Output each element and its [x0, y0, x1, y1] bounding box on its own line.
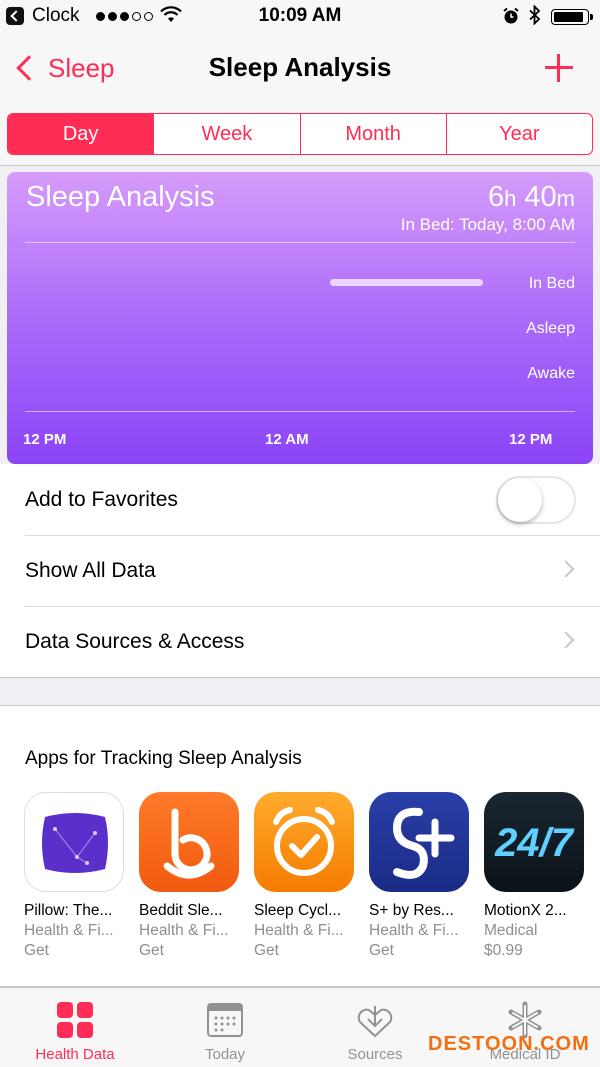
- apps-section-title: Apps for Tracking Sleep Analysis: [25, 748, 302, 769]
- duration-hours: 6: [487, 181, 505, 213]
- chart-baseline: [25, 411, 575, 412]
- tab-health-data[interactable]: Health Data: [0, 988, 150, 1067]
- app-card-beddit[interactable]: Beddit Sle... Health & Fi... Get: [139, 792, 241, 960]
- app-price[interactable]: Get: [24, 942, 126, 960]
- app-price[interactable]: Get: [369, 942, 471, 960]
- app-name: MotionX 2...: [484, 902, 567, 919]
- chart-top-divider: [25, 242, 575, 243]
- app-card-pillow[interactable]: Pillow: The... Health & Fi... Get: [24, 792, 126, 960]
- app-price[interactable]: $0.99: [484, 942, 586, 960]
- chevron-right-icon: [557, 631, 575, 649]
- app-price[interactable]: Get: [254, 942, 356, 960]
- sleep-bar-in-bed: [329, 279, 484, 286]
- watermark: DESTOON.COM: [428, 1033, 590, 1055]
- svg-text:24/7: 24/7: [494, 821, 575, 865]
- show-all-data-row[interactable]: Show All Data: [0, 535, 600, 606]
- sleep-duration: 6h 40m: [488, 181, 575, 214]
- health-data-icon: [57, 1002, 93, 1038]
- segment-year[interactable]: Year: [445, 114, 592, 154]
- duration-minutes: 40: [524, 181, 557, 213]
- category-label-awake: Awake: [527, 365, 575, 382]
- duration-hours-unit: h: [504, 186, 517, 211]
- page-title: Sleep Analysis: [208, 52, 392, 82]
- app-category: Health & Fi...: [369, 922, 459, 939]
- tab-label: Today: [204, 1046, 246, 1063]
- app-name: S+ by Res...: [369, 902, 454, 919]
- data-sources-row[interactable]: Data Sources & Access: [0, 606, 600, 677]
- data-sources-label: Data Sources & Access: [25, 629, 245, 653]
- add-to-favorites-label: Add to Favorites: [25, 487, 178, 511]
- segment-month[interactable]: Month: [299, 114, 446, 154]
- x-tick-label: 12 AM: [265, 431, 309, 448]
- category-label-asleep: Asleep: [526, 320, 575, 337]
- app-category: Medical: [484, 922, 538, 939]
- app-name: Sleep Cycl...: [254, 902, 342, 919]
- apps-section: Apps for Tracking Sleep Analysis Pillow:…: [0, 705, 600, 987]
- calendar-icon: [207, 1003, 243, 1037]
- alarm-icon: [503, 7, 519, 24]
- segment-week[interactable]: Week: [153, 114, 299, 154]
- x-tick-label: 12 PM: [23, 431, 67, 448]
- time-range-segmented-control: Day Week Month Year: [7, 113, 593, 155]
- add-to-favorites-row: Add to Favorites: [0, 464, 600, 535]
- app-card-splus[interactable]: S+ by Res... Health & Fi... Get: [369, 792, 471, 960]
- beddit-icon: [139, 792, 239, 892]
- splus-icon: [369, 792, 469, 892]
- chart-title: Sleep Analysis: [26, 181, 215, 213]
- add-data-button[interactable]: [542, 52, 576, 86]
- settings-list: Add to Favorites Show All Data Data Sour…: [0, 464, 600, 678]
- app-card-sleep-cycle[interactable]: Sleep Cycl... Health & Fi... Get: [254, 792, 356, 960]
- segment-day[interactable]: Day: [8, 114, 154, 154]
- app-category: Health & Fi...: [24, 922, 114, 939]
- favorites-toggle[interactable]: [496, 476, 576, 524]
- sleep-cycle-icon: [254, 792, 354, 892]
- chevron-right-icon: [557, 560, 575, 578]
- navigation-bar: Sleep Sleep Analysis: [0, 32, 600, 104]
- toggle-knob: [498, 478, 542, 522]
- sources-icon: [357, 1006, 393, 1038]
- app-price[interactable]: Get: [139, 942, 241, 960]
- pillow-icon: [24, 792, 124, 892]
- show-all-data-label: Show All Data: [25, 558, 156, 582]
- chart-subtitle: In Bed: Today, 8:00 AM: [400, 215, 575, 234]
- category-label-in-bed: In Bed: [528, 275, 575, 292]
- tab-label: Health Data: [35, 1046, 115, 1063]
- bluetooth-icon: [529, 5, 541, 25]
- app-name: Pillow: The...: [24, 902, 113, 919]
- x-tick-label: 12 PM: [509, 431, 553, 448]
- segment-bar: Day Week Month Year: [0, 104, 600, 166]
- battery-icon: [551, 9, 593, 25]
- sleep-chart[interactable]: Sleep Analysis 6h 40m In Bed: Today, 8:0…: [7, 172, 593, 464]
- app-category: Health & Fi...: [254, 922, 344, 939]
- motionx-icon: 24/7: [484, 792, 584, 892]
- status-bar: Clock 10:09 AM: [0, 0, 600, 32]
- app-name: Beddit Sle...: [139, 902, 223, 919]
- app-card-motionx[interactable]: 24/7 MotionX 2... Medical $0.99: [484, 792, 586, 960]
- tab-today[interactable]: Today: [150, 988, 300, 1067]
- duration-minutes-unit: m: [556, 186, 575, 211]
- app-category: Health & Fi...: [139, 922, 229, 939]
